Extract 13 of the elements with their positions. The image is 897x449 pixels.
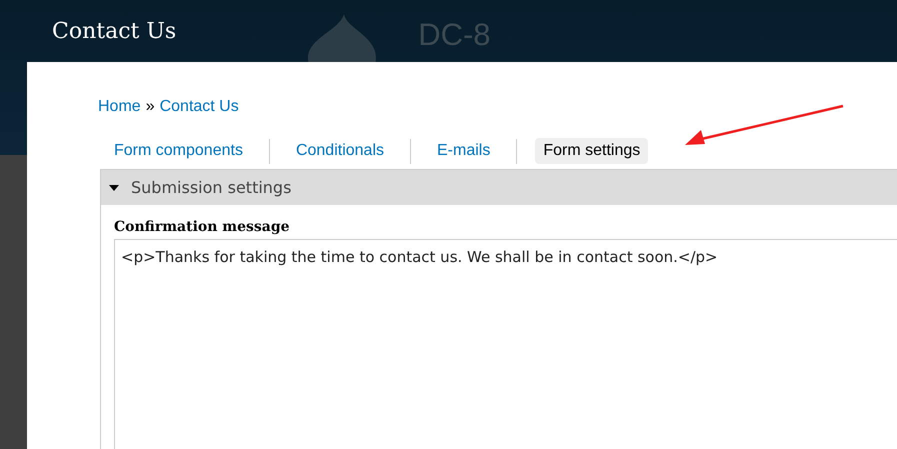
message-textarea[interactable]: <p>Thanks for taking the time to contact us. We shall be in contact soon.</p>	[114, 239, 897, 449]
drop-logo-icon	[306, 14, 378, 62]
site-title: Contact Us	[52, 18, 176, 44]
tab[interactable]: Form components	[106, 138, 251, 164]
caret-down-icon	[109, 184, 119, 192]
tab[interactable]: Form settings	[535, 138, 648, 164]
fieldset-toggle[interactable]: Submission settings	[101, 170, 897, 205]
breadcrumb-link[interactable]: Contact Us	[160, 98, 239, 116]
tab[interactable]: Conditionals	[288, 138, 392, 164]
breadcrumb-link[interactable]: Home	[98, 98, 141, 116]
field-label: Confirmation message	[114, 219, 291, 235]
breadcrumb-separator: »	[146, 98, 155, 116]
tab[interactable]: E-mails	[429, 138, 498, 164]
